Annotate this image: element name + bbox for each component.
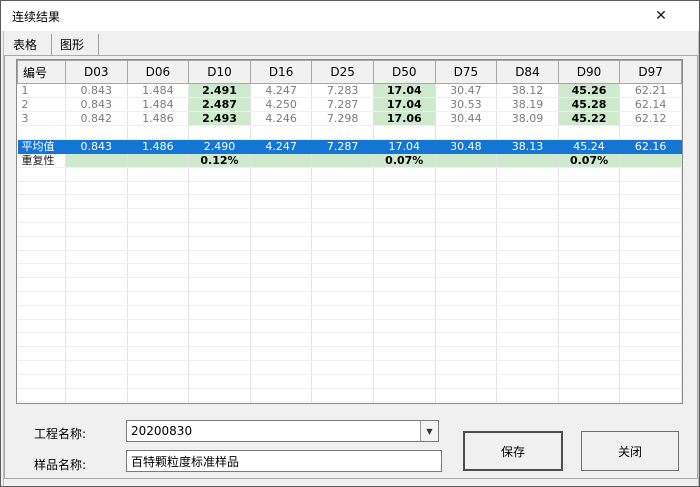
sample-name-input[interactable] <box>126 450 442 472</box>
project-name-label: 工程名称: <box>34 427 87 441</box>
empty-row <box>17 277 682 292</box>
empty-row <box>17 194 682 210</box>
column-header-编号: 编号 <box>17 60 66 84</box>
empty-row <box>17 167 682 182</box>
empty-row <box>17 125 682 140</box>
empty-row <box>17 291 682 306</box>
empty-row <box>17 222 682 237</box>
table-row[interactable]: 3 0.842 1.486 2.493 4.246 7.298 17.06 30.44 38.0… <box>17 111 682 126</box>
save-button[interactable]: 保存 <box>463 431 563 471</box>
empty-row <box>17 263 682 279</box>
empty-row <box>17 305 682 320</box>
empty-row <box>17 401 682 403</box>
column-header-D06: D06 <box>126 60 190 84</box>
window-title: 连续结果 <box>12 10 61 24</box>
chevron-down-icon[interactable]: ▼ <box>420 421 438 441</box>
column-header-D50: D50 <box>372 60 436 84</box>
close-icon[interactable]: ✕ <box>643 3 679 29</box>
empty-row <box>17 346 682 361</box>
close-button[interactable]: 关闭 <box>581 431 679 471</box>
table-header-row: 编号 D03 D06 D10 D16 D25 D50 D75 D84 D90 D97 <box>17 60 682 84</box>
repeatability-row[interactable]: 重复性 0.12% 0.07% 0.07% <box>17 153 682 168</box>
results-table: 编号 D03 D06 D10 D16 D25 D50 D75 D84 D90 D97 1 0.843 1.… <box>17 60 682 403</box>
titlebar: 连续结果 ✕ <box>1 1 699 31</box>
project-name-combobox[interactable]: 20200830 ▼ <box>126 420 439 442</box>
tab-graph[interactable]: 图形 <box>52 34 100 56</box>
empty-row <box>17 374 682 389</box>
empty-row <box>17 332 682 348</box>
column-header-D03: D03 <box>65 60 128 84</box>
empty-row <box>17 250 682 265</box>
table-row[interactable]: 1 0.843 1.484 2.491 4.247 7.283 17.04 30.47 38.1… <box>17 83 682 98</box>
tab-table[interactable]: 表格 <box>5 34 53 56</box>
project-name-value: 20200830 <box>131 424 193 438</box>
results-grid[interactable]: 编号 D03 D06 D10 D16 D25 D50 D75 D84 D90 D97 1 0.843 1.… <box>16 59 683 404</box>
column-header-D84: D84 <box>496 60 559 84</box>
sample-name-label: 样品名称: <box>34 458 87 472</box>
empty-row <box>17 236 682 251</box>
average-row[interactable]: 平均值 0.843 1.486 2.490 4.247 7.287 17.04 30.48 38… <box>17 139 682 154</box>
empty-row <box>17 360 682 375</box>
empty-row <box>17 319 682 334</box>
tabstrip: 表格 图形 <box>5 34 100 56</box>
column-header-D16: D16 <box>249 60 313 84</box>
table-row[interactable]: 2 0.843 1.484 2.487 4.250 7.287 17.04 30.53 38.1… <box>17 97 682 112</box>
empty-row <box>17 208 682 223</box>
column-header-D25: D25 <box>311 60 374 84</box>
continuous-results-dialog: 连续结果 ✕ 表格 图形 编号 D03 D06 D10 D16 D25 D50 D75 D84 D… <box>0 0 700 487</box>
column-header-D90: D90 <box>557 60 621 84</box>
empty-row <box>17 181 682 196</box>
column-header-D10: D10 <box>188 60 251 84</box>
column-header-D97: D97 <box>619 60 682 84</box>
column-header-D75: D75 <box>434 60 498 84</box>
empty-row <box>17 388 682 403</box>
